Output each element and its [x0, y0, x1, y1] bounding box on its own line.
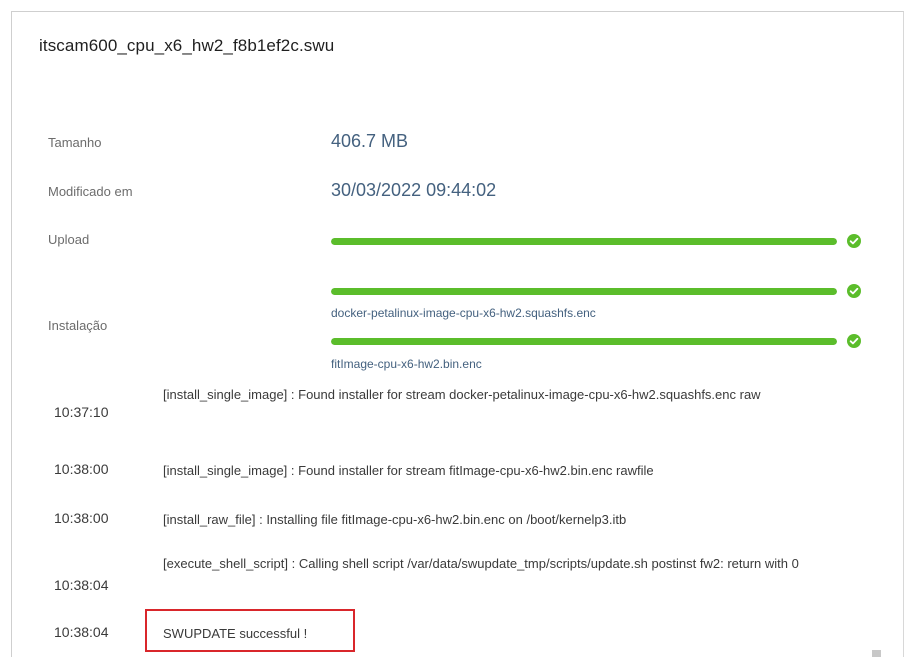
check-circle-icon: [847, 334, 861, 348]
install-progress-fill: [331, 338, 837, 345]
upload-progress: [331, 234, 871, 248]
log-time: 10:37:10: [54, 404, 109, 420]
success-highlight-box: [145, 609, 355, 652]
upload-label: Upload: [48, 232, 90, 247]
file-name-title: itscam600_cpu_x6_hw2_f8b1ef2c.swu: [39, 36, 335, 55]
log-message: [install_raw_file] : Installing file fit…: [163, 512, 627, 527]
upload-progress-fill: [331, 238, 837, 245]
install-label: Instalação: [48, 318, 108, 333]
install-progress-track: [331, 338, 837, 345]
install-item-caption: fitImage-cpu-x6-hw2.bin.enc: [331, 357, 482, 371]
scrollbar-thumb[interactable]: [872, 650, 881, 657]
upload-progress-track: [331, 238, 837, 245]
install-progress-2: [331, 334, 871, 348]
install-progress-fill: [331, 288, 837, 295]
check-circle-icon: [847, 284, 861, 298]
size-label: Tamanho: [48, 135, 102, 150]
log-time: 10:38:00: [54, 510, 109, 526]
modified-label: Modificado em: [48, 184, 133, 199]
log-time: 10:38:00: [54, 461, 109, 477]
log-time: 10:38:04: [54, 577, 109, 593]
install-progress-1: [331, 284, 871, 298]
update-details-panel: itscam600_cpu_x6_hw2_f8b1ef2c.swu Tamanh…: [11, 11, 904, 657]
log-message: [install_single_image] : Found installer…: [163, 387, 761, 402]
log-message: [execute_shell_script] : Calling shell s…: [163, 556, 799, 571]
size-value: 406.7 MB: [331, 131, 409, 151]
install-progress-track: [331, 288, 837, 295]
modified-value: 30/03/2022 09:44:02: [331, 180, 497, 200]
install-item-caption: docker-petalinux-image-cpu-x6-hw2.squash…: [331, 306, 596, 320]
check-circle-icon: [847, 234, 861, 248]
log-time: 10:38:04: [54, 624, 109, 640]
log-message: [install_single_image] : Found installer…: [163, 463, 654, 478]
